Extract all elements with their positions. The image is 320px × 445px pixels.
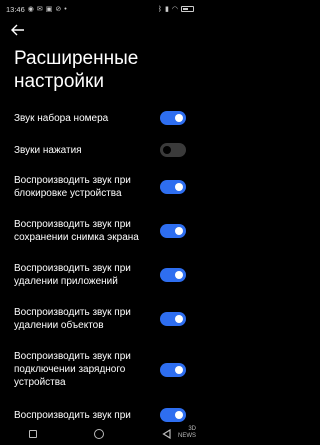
navigation-bar (0, 423, 200, 445)
toggle-knob (175, 315, 183, 323)
battery-icon (181, 6, 194, 12)
setting-label: Звуки нажатия (14, 144, 82, 156)
setting-label: Воспроизводить звук при подключении заря… (14, 351, 131, 388)
back-button[interactable] (10, 22, 26, 38)
home-icon[interactable] (94, 429, 105, 439)
mail-icon: ✉ (36, 5, 43, 13)
toggle-switch[interactable] (160, 408, 186, 422)
watermark-line1: 3D (188, 426, 196, 432)
status-bar: 13:46 ◉ ✉ ▣ ⊘ • ᛒ ▮ ◠ (0, 0, 200, 18)
toggle-switch[interactable] (160, 268, 186, 282)
setting-label: Воспроизводить звук при (14, 409, 131, 421)
arrow-left-icon (11, 24, 24, 36)
page-title-line1: Расширенные (14, 48, 139, 69)
setting-row-screenshot-sound[interactable]: Воспроизводить звук при сохранении снимк… (14, 218, 186, 244)
more-icon: • (64, 5, 67, 13)
toggle-switch[interactable] (160, 224, 186, 238)
gallery-icon: ▣ (45, 5, 53, 13)
signal-icon: ▮ (165, 5, 169, 13)
block-icon: ⊘ (55, 5, 62, 13)
toggle-knob (175, 271, 183, 279)
toggle-knob (175, 114, 183, 122)
toggle-switch[interactable] (160, 180, 186, 194)
status-left: 13:46 ◉ ✉ ▣ ⊘ • (6, 5, 67, 14)
recents-icon[interactable] (28, 430, 37, 438)
toggle-switch[interactable] (160, 111, 186, 125)
watermark-line2: NEWS (178, 433, 196, 439)
watermark-logo: 3D NEWS (178, 426, 196, 440)
setting-label: Воспроизводить звук при сохранении снимк… (14, 219, 139, 243)
bluetooth-icon: ᛒ (157, 5, 163, 13)
toggle-knob (175, 365, 183, 374)
setting-row-touch-sounds[interactable]: Звуки нажатия (14, 142, 186, 158)
setting-label: Воспроизводить звук при блокировке устро… (14, 175, 131, 199)
toggle-switch[interactable] (160, 312, 186, 326)
setting-row-uninstall-sound[interactable]: Воспроизводить звук при удалении приложе… (14, 262, 186, 288)
wifi-icon: ◠ (171, 5, 178, 13)
setting-row-dial-sound[interactable]: Звук набора номера (14, 110, 186, 126)
toggle-knob (175, 411, 183, 419)
setting-label: Воспроизводить звук при удалении объекто… (14, 307, 131, 331)
setting-row-delete-sound[interactable]: Воспроизводить звук при удалении объекто… (14, 306, 186, 332)
page-title-line2: настройки (14, 71, 104, 92)
status-time: 13:46 (6, 4, 25, 14)
setting-label: Звук набора номера (14, 112, 109, 124)
page-title: Расширенные настройки (14, 47, 194, 93)
toggle-knob (175, 183, 183, 191)
setting-row-charger-sound[interactable]: Воспроизводить звук при подключении заря… (14, 350, 186, 389)
chat-icon: ◉ (27, 5, 34, 13)
back-icon[interactable] (162, 429, 171, 439)
toggle-switch[interactable] (160, 143, 186, 157)
toggle-knob (163, 146, 171, 154)
toggle-knob (175, 227, 183, 235)
status-right: ᛒ ▮ ◠ (158, 6, 194, 13)
toggle-switch[interactable] (160, 362, 186, 377)
setting-row-partial[interactable]: Воспроизводить звук при (14, 407, 186, 423)
setting-label: Воспроизводить звук при удалении приложе… (14, 263, 131, 287)
setting-row-lock-sound[interactable]: Воспроизводить звук при блокировке устро… (14, 174, 186, 200)
